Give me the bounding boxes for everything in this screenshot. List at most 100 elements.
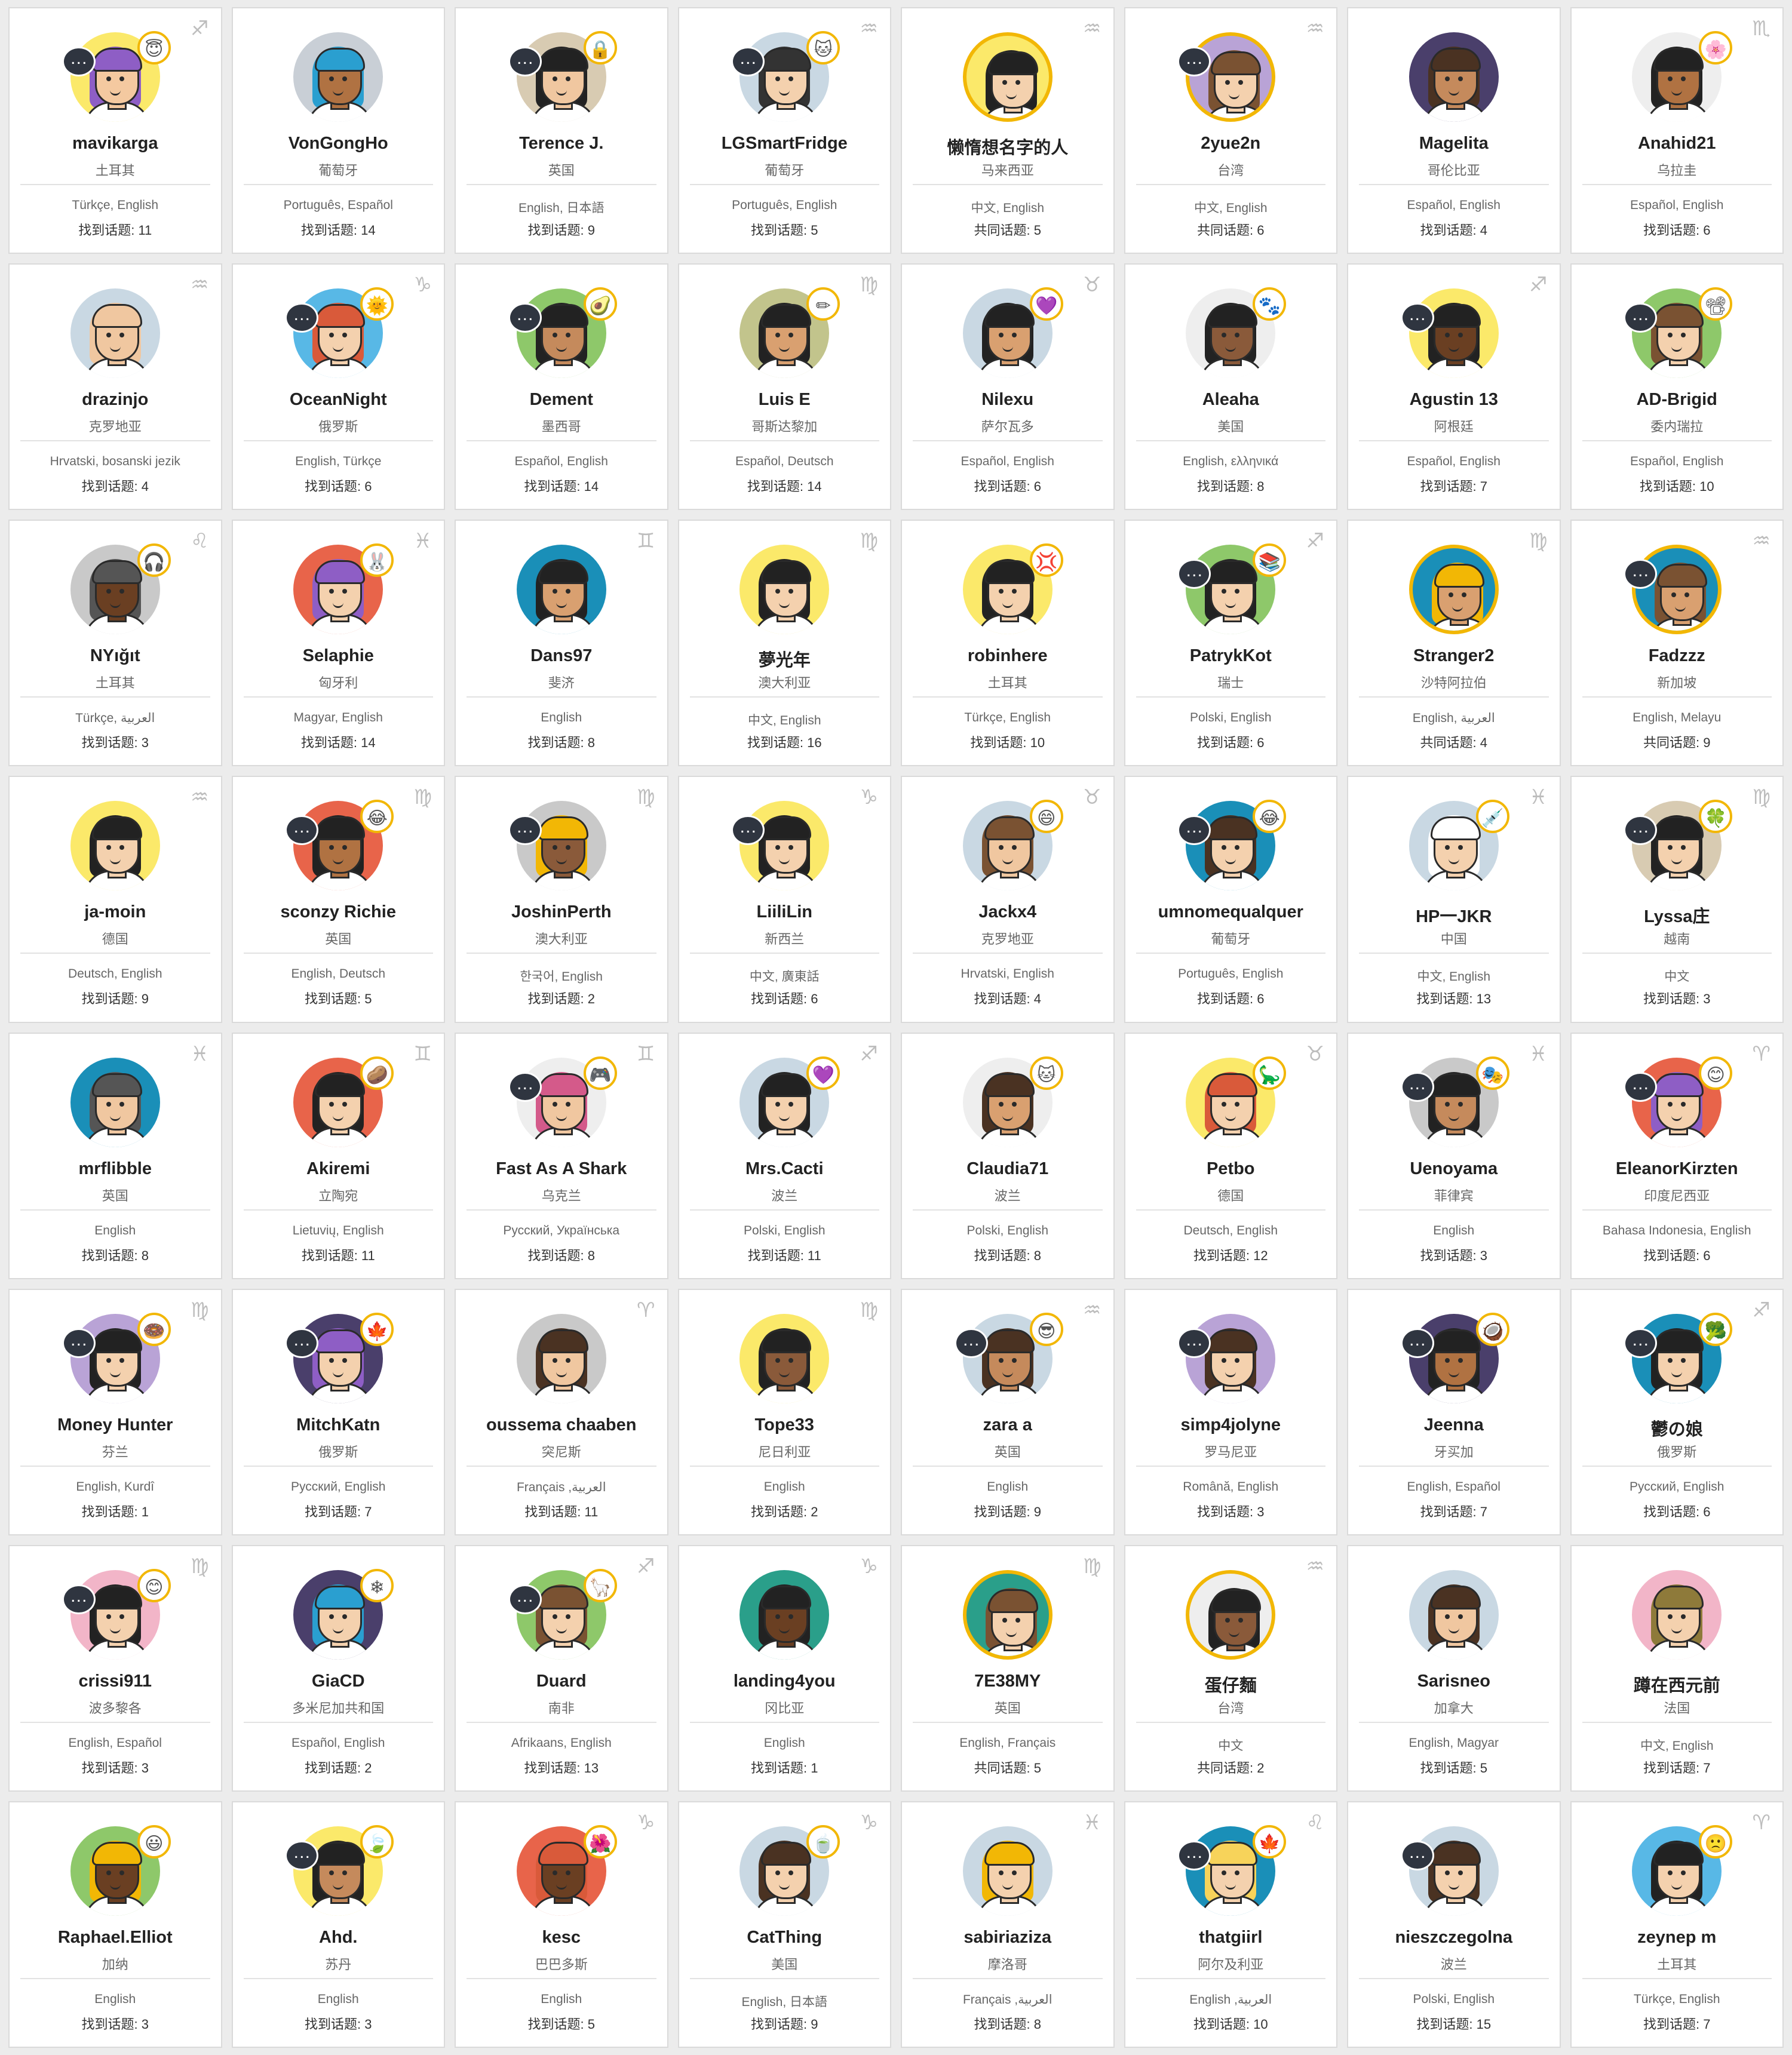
username[interactable]: oussema chaaben bbox=[456, 1415, 667, 1435]
partner-card[interactable]: ♌ 🎧 NYığıt 土耳其 Türkçe, العربية 找到话题: 3 bbox=[8, 520, 222, 767]
partner-card[interactable]: ♐ … Agustin 13 阿根廷 Español, English 找到话题: 7 bbox=[1347, 263, 1561, 511]
avatar-container[interactable] bbox=[70, 288, 160, 379]
avatar[interactable] bbox=[1409, 1569, 1499, 1660]
avatar[interactable] bbox=[1632, 1569, 1722, 1660]
avatar-container[interactable] bbox=[962, 1569, 1053, 1660]
avatar-container[interactable] bbox=[962, 1826, 1053, 1916]
partner-card[interactable]: ♐ 💜 Mrs.Cacti 波兰 Polski, English 找到话题: 11 bbox=[677, 1032, 891, 1279]
partner-card[interactable]: ♐ … 📚 PatrykKot 瑞士 Polski, English 找到话题: 6 bbox=[1124, 520, 1337, 767]
avatar-container[interactable]: 💉 bbox=[1409, 800, 1509, 891]
partner-card[interactable]: 🐱 Claudia71 波兰 Polski, English 找到话题: 8 bbox=[901, 1032, 1115, 1279]
avatar-container[interactable]: … bbox=[731, 801, 830, 891]
partner-card[interactable]: ♓ 🐰 Selaphie 匈牙利 Magyar, English 找到话题: 14 bbox=[231, 520, 445, 767]
avatar-container[interactable]: … bbox=[1400, 288, 1499, 379]
username[interactable]: Claudia71 bbox=[902, 1159, 1113, 1179]
avatar-container[interactable]: … 🎮 bbox=[508, 1056, 617, 1147]
username[interactable]: Magelita bbox=[1348, 134, 1560, 153]
username[interactable]: CatThing bbox=[679, 1928, 891, 1948]
chat-bubble-icon[interactable]: … bbox=[508, 1071, 542, 1102]
avatar-container[interactable]: 🌺 bbox=[516, 1824, 617, 1916]
chat-bubble-icon[interactable]: … bbox=[1177, 1840, 1211, 1870]
avatar[interactable] bbox=[739, 1313, 830, 1403]
username[interactable]: Tope33 bbox=[679, 1415, 891, 1435]
username[interactable]: drazinjo bbox=[10, 390, 221, 410]
partner-card[interactable]: ♈ oussema chaaben 突尼斯 Français ,العربية 找到话题… bbox=[455, 1288, 668, 1535]
avatar-container[interactable]: … 🥦 bbox=[1624, 1312, 1733, 1403]
username[interactable]: Dement bbox=[456, 390, 667, 410]
username[interactable]: mavikarga bbox=[10, 134, 221, 153]
avatar[interactable] bbox=[70, 801, 160, 891]
avatar-container[interactable]: … bbox=[1400, 1826, 1499, 1916]
avatar-container[interactable] bbox=[1409, 1569, 1499, 1660]
username[interactable]: Aleaha bbox=[1125, 390, 1337, 410]
avatar-container[interactable]: … 🥥 bbox=[1400, 1312, 1509, 1403]
avatar-container[interactable]: … 🍀 bbox=[1624, 800, 1733, 891]
username[interactable]: 夢光年 bbox=[679, 646, 891, 671]
partner-card[interactable]: ♍ 夢光年 澳大利亚 中文, English 找到话题: 16 bbox=[677, 520, 891, 767]
partner-card[interactable]: ♓ 💉 HP一JKR 中国 中文, English 找到话题: 13 bbox=[1347, 776, 1561, 1023]
partner-card[interactable]: ♍ Stranger2 沙特阿拉伯 English, العربية 共同话题: 4 bbox=[1347, 520, 1561, 767]
username[interactable]: Jackx4 bbox=[902, 902, 1113, 922]
username[interactable]: 蹲在西元前 bbox=[1572, 1672, 1783, 1697]
avatar-container[interactable]: … 🍁 bbox=[285, 1312, 394, 1403]
partner-card[interactable]: ♍ … JoshinPerth 澳大利亚 한국어, English 找到话题: 2 bbox=[455, 776, 668, 1023]
partner-card[interactable]: ♍… 😊 crissi911 波多黎各 English, Español 找到话题: 3 bbox=[8, 1544, 222, 1792]
username[interactable]: ja-moin bbox=[10, 902, 221, 922]
avatar[interactable] bbox=[962, 1826, 1053, 1916]
avatar-container[interactable]: … bbox=[1177, 1313, 1276, 1403]
username[interactable]: Fast As A Shark bbox=[456, 1159, 667, 1179]
username[interactable]: umnomequalquer bbox=[1125, 902, 1337, 922]
avatar-container[interactable]: 🌸 bbox=[1632, 31, 1733, 122]
username[interactable]: PatrykKot bbox=[1125, 646, 1337, 666]
username[interactable]: 懒惰想名字的人 bbox=[902, 134, 1113, 159]
avatar-container[interactable]: … 🎭 bbox=[1400, 1056, 1509, 1147]
avatar[interactable] bbox=[1409, 1826, 1499, 1916]
avatar-container[interactable] bbox=[1186, 1569, 1276, 1660]
username[interactable]: crissi911 bbox=[10, 1672, 221, 1691]
chat-bubble-icon[interactable]: … bbox=[62, 47, 96, 76]
username[interactable]: Fadzzz bbox=[1572, 646, 1783, 666]
username[interactable]: landing4you bbox=[679, 1672, 891, 1691]
partner-card[interactable]: ♒ 蛋仔麵 台湾 中文 共同话题: 2 bbox=[1124, 1544, 1337, 1792]
chat-bubble-icon[interactable]: … bbox=[1400, 303, 1434, 333]
partner-card[interactable]: ♐… 🥦 鬱の娘 俄罗斯 Русский, English 找到话题: 6 bbox=[1570, 1288, 1784, 1535]
username[interactable]: Jeenna bbox=[1348, 1415, 1560, 1435]
partner-card[interactable]: ♐… 😇 mavikarga 土耳其 Türkçe, English 找到话题: 11 bbox=[8, 7, 222, 254]
avatar-container[interactable] bbox=[516, 1313, 606, 1403]
avatar[interactable] bbox=[70, 288, 160, 379]
partner-card[interactable]: … 📽 AD-Brigid 委内瑞拉 Español, English 找到话题: 10 bbox=[1570, 263, 1784, 511]
partner-card[interactable]: … nieszczegolna 波兰 Polski, English 找到话题: 15 bbox=[1347, 1801, 1561, 2048]
partner-card[interactable]: ❄ GiaCD 多米尼加共和国 Español, English 找到话题: 2 bbox=[231, 1544, 445, 1792]
avatar-container[interactable]: … 📚 bbox=[1177, 543, 1287, 635]
avatar-container[interactable] bbox=[739, 1313, 830, 1403]
chat-bubble-icon[interactable]: … bbox=[285, 1840, 319, 1870]
avatar-container[interactable]: 🍵 bbox=[739, 1824, 840, 1916]
avatar-container[interactable]: 🙁 bbox=[1632, 1824, 1733, 1916]
partner-card[interactable]: ♍ … 🍀 Lyssa庄 越南 中文 找到话题: 3 bbox=[1570, 776, 1784, 1023]
username[interactable]: kesc bbox=[456, 1928, 667, 1948]
username[interactable]: Stranger2 bbox=[1348, 646, 1560, 666]
partner-card[interactable]: ♒ … 2yue2n 台湾 中文, English 共同话题: 6 bbox=[1124, 7, 1337, 254]
avatar-container[interactable]: … 🍁 bbox=[1177, 1824, 1287, 1916]
username[interactable]: Money Hunter bbox=[10, 1415, 221, 1435]
partner-card[interactable]: 蹲在西元前 法国 中文, English 找到话题: 7 bbox=[1570, 1544, 1784, 1792]
username[interactable]: HP一JKR bbox=[1348, 902, 1560, 927]
avatar[interactable] bbox=[1409, 545, 1499, 635]
partner-card[interactable]: ♑ 🍵 CatThing 美国 English, 日本語 找到话题: 9 bbox=[677, 1801, 891, 2048]
avatar-container[interactable]: 🐾 bbox=[1186, 287, 1287, 379]
partner-card[interactable]: ♉ 🦕 Petbo 德国 Deutsch, English 找到话题: 12 bbox=[1124, 1032, 1337, 1279]
username[interactable]: Uenoyama bbox=[1348, 1159, 1560, 1179]
username[interactable]: Luis E bbox=[679, 390, 891, 410]
avatar[interactable] bbox=[739, 545, 830, 635]
avatar-container[interactable]: 💜 bbox=[739, 1056, 840, 1147]
username[interactable]: AD-Brigid bbox=[1572, 390, 1783, 410]
username[interactable]: EleanorKirzten bbox=[1572, 1159, 1783, 1179]
partner-card[interactable]: ♓… 🎭 Uenoyama 菲律宾 English 找到话题: 3 bbox=[1347, 1032, 1561, 1279]
username[interactable]: Mrs.Cacti bbox=[679, 1159, 891, 1179]
chat-bubble-icon[interactable]: … bbox=[508, 1584, 542, 1614]
avatar[interactable] bbox=[293, 32, 383, 122]
avatar-container[interactable]: … 🍩 bbox=[62, 1312, 171, 1403]
avatar-container[interactable]: … 🌞 bbox=[285, 287, 394, 379]
username[interactable]: Lyssa庄 bbox=[1572, 902, 1783, 927]
avatar[interactable] bbox=[1186, 32, 1276, 122]
